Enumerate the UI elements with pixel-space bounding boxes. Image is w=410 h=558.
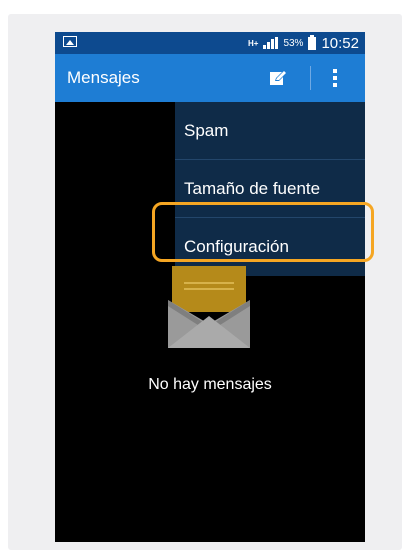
signal-icon (263, 37, 279, 49)
highlight-box (152, 202, 374, 262)
image-notification-icon (63, 36, 77, 47)
compose-icon[interactable] (269, 70, 287, 86)
status-indicators: H+ 53% 10:52 (248, 32, 359, 54)
app-title: Mensajes (67, 68, 140, 87)
menu-item-spam[interactable]: Spam (175, 102, 365, 160)
network-type: H+ (247, 38, 259, 48)
battery-icon (308, 34, 317, 50)
empty-state-message: No hay mensajes (148, 376, 272, 393)
envelope-icon (168, 266, 250, 348)
more-vertical-icon[interactable] (327, 67, 343, 91)
status-clock: 10:52 (321, 34, 359, 52)
action-bar: Mensajes (55, 54, 365, 102)
action-bar-divider (310, 66, 311, 90)
battery-percent: 53% (283, 37, 304, 49)
phone-screen: H+ 53% 10:52 Mensajes Spam Tamaño de fue… (55, 32, 365, 542)
status-bar: H+ 53% 10:52 (55, 32, 365, 54)
